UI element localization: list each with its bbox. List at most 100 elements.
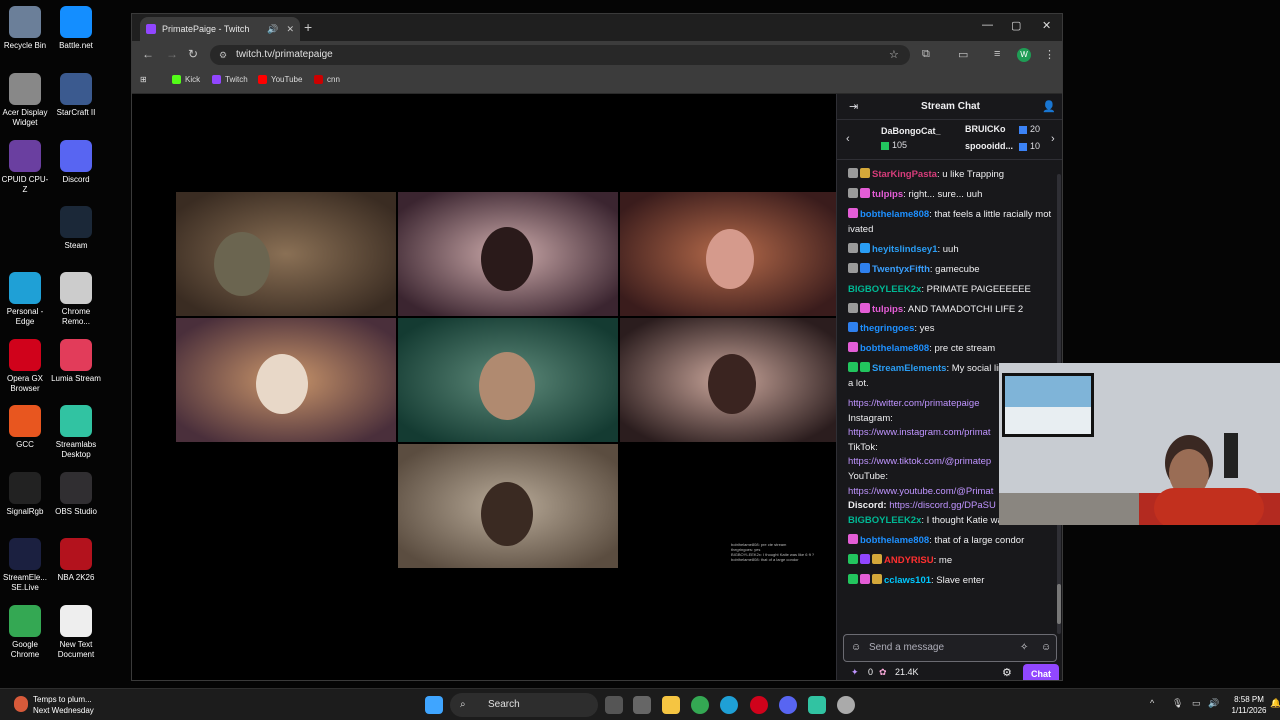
minimize-icon[interactable]: — [982,19,993,31]
chat-link[interactable]: https://www.youtube.com/@Primat [848,486,993,497]
chat-link[interactable]: https://discord.gg/DPaSU [889,500,996,511]
leaderboard-prev-icon[interactable]: ‹ [846,133,850,145]
apps-grid-icon[interactable]: ⊞ [140,75,147,84]
close-window-icon[interactable]: ✕ [1042,19,1051,32]
bookmark-twitch[interactable]: Twitch [212,75,248,84]
chrome-taskbar-icon[interactable] [691,696,709,714]
chat-username[interactable]: TwentyxFifth [872,264,930,275]
browser-menu-icon[interactable]: ⋮ [1044,48,1055,61]
desktop-icon-lumia[interactable]: Lumia Stream [51,339,101,384]
desktop-icon-recycle-bin[interactable]: Recycle Bin [0,6,50,51]
streamlabs-taskbar-icon[interactable] [808,696,826,714]
volume-icon[interactable]: 🔊 [1208,698,1219,709]
site-info-icon[interactable]: ⚙ [219,45,227,65]
chat-link[interactable]: https://www.tiktok.com/@primatep [848,456,991,467]
chat-badge-icon[interactable] [860,302,870,313]
chat-input[interactable]: ☺ Send a message ✧ ☺ [843,634,1057,662]
chat-badge-icon[interactable] [860,362,870,373]
emoji-icon[interactable]: ☺ [1041,635,1051,661]
channel-points-icon[interactable]: ✿ [879,667,887,678]
desktop-icon-discord[interactable]: Discord [51,140,101,185]
chat-badge-icon[interactable] [848,207,858,218]
desktop-icon-streamlabs[interactable]: Streamlabs Desktop [51,405,101,460]
tray-overflow-icon[interactable]: ^ [1150,698,1154,708]
network-icon[interactable]: ▭ [1192,698,1201,709]
collapse-chat-icon[interactable]: ⇥ [849,94,858,120]
chat-badge-icon[interactable] [848,573,858,584]
desktop-icon-signalrgb[interactable]: SignalRgb [0,472,50,517]
chat-username[interactable]: Discord: [848,500,887,511]
reload-icon[interactable]: ↻ [188,47,198,61]
chat-badge-icon[interactable] [848,362,858,373]
chat-username[interactable]: cclaws101 [884,575,931,586]
weather-icon[interactable] [14,696,28,712]
opera-gx-taskbar-icon[interactable] [750,696,768,714]
chat-badge-icon[interactable] [872,553,882,564]
tab-search-icon[interactable]: ≡ [994,48,1000,60]
desktop-icon-cpuz[interactable]: CPUID CPU-Z [0,140,50,195]
desktop-icon-nba2k[interactable]: NBA 2K26 [51,538,101,583]
chat-username[interactable]: heyitslindsey1 [872,244,937,255]
new-tab-icon[interactable]: + [304,19,312,35]
stream-video[interactable]: bobthelame808: pre cte stream thegringoes… [132,94,836,680]
audio-icon[interactable]: 🔊 [267,24,278,35]
tab-twitch[interactable]: PrimatePaige - Twitch 🔊 ✕ [140,17,300,41]
chat-badge-icon[interactable] [848,553,858,564]
chat-badge-icon[interactable] [860,262,870,273]
discord-taskbar-icon[interactable] [779,696,797,714]
bits-icon[interactable]: ✦ [851,667,859,678]
snipping-tool-taskbar-icon[interactable] [837,696,855,714]
edge-taskbar-icon[interactable] [720,696,738,714]
chat-username[interactable]: thegringoes [860,323,914,334]
chat-badge-icon[interactable] [860,573,870,584]
chat-badge-icon[interactable] [860,242,870,253]
chat-username[interactable]: BIGBOYLEEK2x [848,515,921,526]
chat-username[interactable]: bobthelame808 [860,209,929,220]
back-icon[interactable]: ← [142,47,154,61]
community-icon[interactable]: 👤 [1042,94,1056,120]
url-input[interactable]: ⚙ twitch.tv/primatepaige [210,45,910,65]
taskbar-search[interactable]: ⌕ Search [450,693,598,717]
desktop-icon-chrome[interactable]: Google Chrome [0,605,50,660]
weather-widget[interactable]: Temps to plum... Next Wednesday [33,694,94,716]
close-tab-icon[interactable]: ✕ [286,24,294,35]
chat-badge-icon[interactable] [860,187,870,198]
chat-username[interactable]: StarKingPasta [872,169,937,180]
desktop-icon-opera-gx[interactable]: Opera GX Browser [0,339,50,394]
bookmark-cnn[interactable]: cnn [314,75,340,84]
chat-badge-icon[interactable] [848,342,858,353]
bookmark-star-icon[interactable]: ☆ [889,48,899,61]
desktop-icon-streamelements[interactable]: StreamEle... SE.Live [0,538,50,593]
chat-badge-icon[interactable] [848,187,858,198]
chat-badge-icon[interactable] [848,533,858,544]
microphone-icon[interactable]: 🎙 [1172,698,1183,709]
extensions-icon[interactable]: ⧉ [922,48,930,61]
desktop-icon-steam[interactable]: Steam [51,206,101,251]
emote-picker-icon[interactable]: ☺ [851,635,861,661]
desktop-icon-battlenet[interactable]: Battle.net [51,6,101,51]
maximize-icon[interactable]: ▢ [1011,19,1021,32]
cast-icon[interactable]: ▭ [958,48,968,61]
chat-username[interactable]: bobthelame808 [860,343,929,354]
chat-username[interactable]: tulpips [872,304,903,315]
windows-start-icon[interactable] [425,696,443,714]
desktop-icon-gcc[interactable]: GCC [0,405,50,450]
task-view-icon[interactable] [605,696,623,714]
desktop-icon-acer-display[interactable]: Acer Display Widget [0,73,50,128]
chat-settings-icon[interactable]: ⚙ [1002,666,1012,679]
profile-avatar[interactable]: W [1017,48,1031,62]
chat-send-button[interactable]: Chat [1023,664,1059,680]
chat-username[interactable]: BIGBOYLEEK2x [848,284,921,295]
bookmark-youtube[interactable]: YouTube [258,75,302,84]
taskbar-clock[interactable]: 8:58 PM 1/11/2026 [1224,694,1274,716]
chat-username[interactable]: bobthelame808 [860,535,929,546]
chat-badge-icon[interactable] [860,553,870,564]
chat-badge-icon[interactable] [848,262,858,273]
desktop-icon-text-document[interactable]: New Text Document [51,605,101,660]
chat-username[interactable]: ANDYRISU [884,555,934,566]
forward-icon[interactable]: → [166,47,178,61]
bookmark-kick[interactable]: Kick [172,75,200,84]
desktop-icon-obs[interactable]: OBS Studio [51,472,101,517]
chat-badge-icon[interactable] [848,168,858,178]
chat-badge-icon[interactable] [848,322,858,333]
